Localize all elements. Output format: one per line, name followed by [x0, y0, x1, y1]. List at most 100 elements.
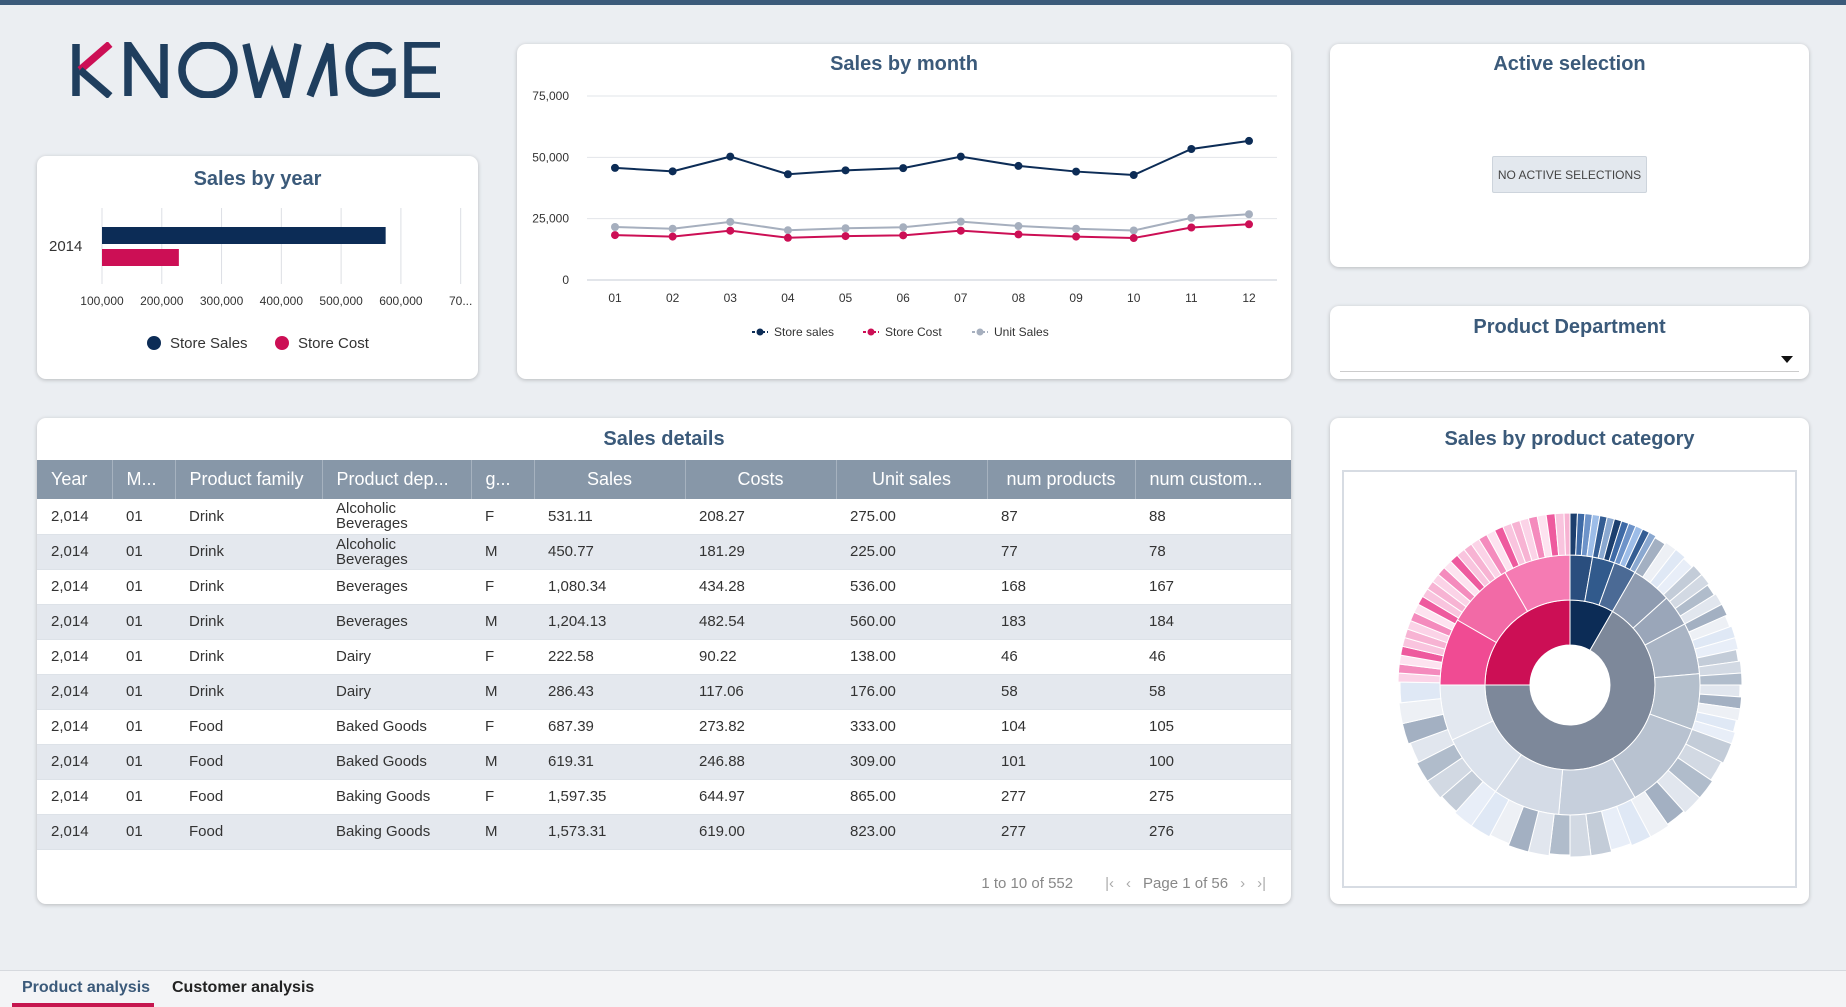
last-page-icon[interactable]: ›|	[1257, 875, 1266, 892]
table-cell: 90.22	[699, 648, 737, 665]
caret-down-icon[interactable]	[1781, 356, 1793, 363]
column-header-month[interactable]: M...	[112, 460, 176, 499]
table-cell: F	[485, 578, 495, 595]
table-cell: 2,014	[51, 753, 89, 770]
table-cell: F	[485, 648, 495, 665]
table-cell: 277	[1001, 788, 1027, 805]
month-point-0	[783, 170, 792, 179]
column-header-gender[interactable]: g...	[471, 460, 535, 499]
table-cell: Beverages	[336, 613, 408, 630]
sales-details-table: Year M... Product family Product dep... …	[37, 460, 1291, 850]
table-cell: 105	[1149, 718, 1175, 735]
table-cell: 2,014	[51, 613, 89, 630]
column-header-unit-sales[interactable]: Unit sales	[836, 460, 988, 499]
month-point-1	[841, 232, 850, 241]
table-cell: Alcoholic Beverages	[336, 500, 408, 533]
month-x-tick-label: 09	[1069, 291, 1083, 305]
top-accent-bar	[0, 0, 1846, 5]
table-cell: Baked Goods	[336, 718, 427, 735]
table-cell: 117.06	[699, 683, 744, 700]
table-cell: Food	[189, 788, 224, 805]
product-department-dropdown[interactable]	[1340, 348, 1799, 372]
month-legend-dot-0	[756, 328, 764, 336]
column-header-costs[interactable]: Costs	[685, 460, 837, 499]
table-cell: M	[485, 823, 498, 840]
table-cell: Baked Goods	[336, 753, 427, 770]
month-series-line-0	[614, 139, 1250, 177]
sales-by-month-widget: Sales by month 0 25,000 50,000 75,000 01 02 0…	[517, 44, 1291, 379]
sunburst-segment-outer	[1563, 512, 1571, 556]
column-header-num-products[interactable]: num products	[987, 460, 1136, 499]
table-cell: 560.00	[850, 613, 896, 630]
column-header-num-customers[interactable]: num custom...	[1135, 460, 1291, 499]
table-cell: Food	[189, 718, 224, 735]
year-bar-1	[102, 249, 179, 266]
table-cell: 482.54	[699, 613, 745, 630]
table-row[interactable]: 2,014 01 Drink Dairy M 286.43 117.06 176.00 58 58	[37, 674, 1291, 709]
sales-by-year-widget: Sales by year 100,000 200,000 300,000 400,0…	[37, 156, 478, 379]
pager-page-label: Page 1 of 56	[1143, 875, 1229, 892]
month-point-0	[1245, 136, 1253, 145]
table-cell: 619.00	[699, 823, 745, 840]
sales-by-product-category-title: Sales by product category	[1444, 428, 1695, 450]
table-cell: 138.00	[850, 648, 896, 665]
table-cell: 104	[1001, 718, 1027, 735]
month-point-1	[1014, 230, 1023, 239]
table-cell: 531.11	[548, 507, 593, 525]
table-cell: Baking Goods	[336, 788, 431, 805]
month-legend-dot-2	[976, 328, 984, 336]
column-header-sales[interactable]: Sales	[534, 460, 686, 499]
legend-store-sales-marker	[147, 336, 161, 350]
table-cell: 181.29	[699, 543, 745, 560]
month-legend-label-2: Unit Sales	[994, 325, 1049, 339]
table-row[interactable]: 2,014 01 Drink Dairy F 222.58 90.22 138.00 46 46	[37, 639, 1291, 674]
table-cell: Alcoholic Beverages	[336, 535, 408, 568]
table-cell: 1,573.31	[548, 823, 607, 840]
legend-store-cost-marker	[275, 336, 289, 350]
table-cell: 2,014	[51, 648, 89, 665]
table-cell: 46	[1001, 648, 1018, 665]
previous-page-icon[interactable]: ‹	[1126, 875, 1131, 892]
table-row[interactable]: 2,014 01 Drink Beverages M 1,204.13 482.54 560.…	[37, 604, 1291, 639]
first-page-icon[interactable]: |‹	[1105, 875, 1114, 892]
next-page-icon[interactable]: ›	[1240, 875, 1245, 892]
table-row[interactable]: 2,014 01 Food Baked Goods F 687.39 273.82 333.0…	[37, 709, 1291, 744]
month-point-2	[726, 217, 735, 226]
table-cell: 77	[1001, 543, 1018, 560]
table-row[interactable]: 2,014 01 Drink Alcoholic Beverages M 450.77 18…	[37, 534, 1291, 569]
table-cell: 2,014	[51, 718, 89, 735]
month-point-1	[783, 233, 792, 242]
tab-customer-analysis[interactable]: Customer analysis	[172, 979, 314, 997]
sales-by-product-category-widget: Sales by product category	[1330, 418, 1809, 904]
month-legend-label-0: Store sales	[774, 325, 834, 339]
year-x-tick-label: 100,000	[80, 294, 124, 308]
sales-by-month-chart: 0 25,000 50,000 75,000 01 02 03 04 05 06 07 08 09 10…	[532, 89, 1277, 339]
table-row[interactable]: 2,014 01 Drink Alcoholic Beverages F 531.11 20…	[37, 499, 1291, 534]
table-row[interactable]: 2,014 01 Food Baking Goods M 1,573.31 619.00 82…	[37, 814, 1291, 849]
month-point-2	[783, 226, 792, 235]
month-point-1	[611, 231, 619, 240]
table-cell: 275	[1149, 788, 1175, 805]
table-cell: 333.00	[850, 718, 896, 735]
sunburst-chart[interactable]	[1344, 472, 1795, 886]
month-point-0	[611, 163, 619, 172]
table-cell: 168	[1001, 578, 1027, 595]
table-cell: Drink	[189, 578, 225, 595]
table-cell: Dairy	[336, 683, 372, 700]
column-header-product-department[interactable]: Product dep...	[322, 460, 472, 499]
table-cell: Baking Goods	[336, 823, 431, 840]
table-cell: Food	[189, 753, 224, 770]
month-y-tick-label: 0	[562, 273, 569, 287]
column-header-product-family[interactable]: Product family	[175, 460, 323, 499]
table-row[interactable]: 2,014 01 Food Baking Goods F 1,597.35 644.97 86…	[37, 779, 1291, 814]
table-row[interactable]: 2,014 01 Food Baked Goods M 619.31 246.88 309.0…	[37, 744, 1291, 779]
month-point-0	[841, 166, 850, 175]
table-cell: M	[485, 613, 498, 630]
month-point-1	[726, 226, 735, 235]
tab-product-analysis[interactable]: Product analysis	[22, 979, 150, 997]
month-point-0	[668, 167, 677, 176]
table-cell: Drink	[189, 507, 225, 525]
table-row[interactable]: 2,014 01 Drink Beverages F 1,080.34 434.28 536.…	[37, 569, 1291, 604]
table-cell: 184	[1149, 613, 1175, 630]
column-header-year[interactable]: Year	[37, 460, 113, 499]
